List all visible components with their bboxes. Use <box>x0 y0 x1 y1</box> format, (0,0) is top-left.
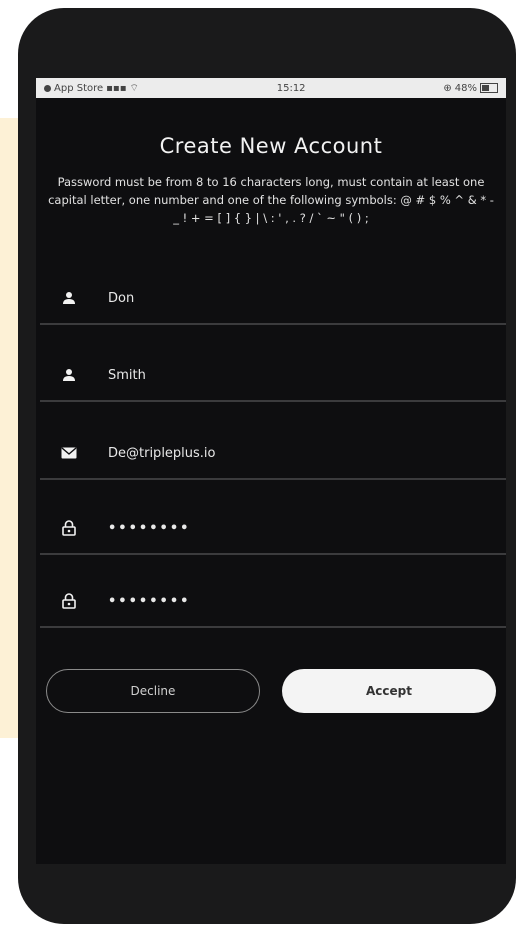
wifi-icon: ⌔ <box>129 82 139 94</box>
back-app-icon <box>44 84 51 92</box>
decline-button[interactable]: Decline <box>46 669 260 713</box>
password-value: •••••••• <box>108 520 191 536</box>
email-field[interactable]: De@tripleplus.io <box>40 428 506 480</box>
password-requirements: Password must be from 8 to 16 characters… <box>48 175 494 225</box>
battery-percent: 48% <box>454 82 477 94</box>
first-name-field[interactable]: Don <box>40 273 506 325</box>
lock-icon <box>58 520 80 536</box>
location-icon: ⊕ <box>443 82 452 94</box>
confirm-password-value: •••••••• <box>108 593 191 609</box>
last-name-field[interactable]: Smith <box>40 350 506 402</box>
last-name-value: Smith <box>108 367 146 383</box>
status-left: App Store ▪▪▪ ⌔ <box>44 82 139 95</box>
email-icon <box>58 447 80 459</box>
password-field[interactable]: •••••••• <box>40 503 506 555</box>
status-bar: App Store ▪▪▪ ⌔ 15:12 ⊕ 48% <box>36 78 506 98</box>
page-title: Create New Account <box>159 134 383 158</box>
first-name-value: Don <box>108 290 135 306</box>
user-icon <box>58 291 80 305</box>
confirm-password-field[interactable]: •••••••• <box>40 576 506 628</box>
accept-button[interactable]: Accept <box>282 669 496 713</box>
lock-icon <box>58 593 80 609</box>
app-screen: App Store ▪▪▪ ⌔ 15:12 ⊕ 48% Create New A… <box>36 78 506 864</box>
status-time: 15:12 <box>276 82 306 94</box>
signal-icon: ▪▪▪ <box>106 82 127 94</box>
battery-icon <box>479 83 498 93</box>
status-right: ⊕ 48% <box>443 83 498 94</box>
carrier-label: App Store <box>54 82 104 94</box>
email-value: De@tripleplus.io <box>108 445 216 461</box>
user-icon <box>58 368 80 382</box>
